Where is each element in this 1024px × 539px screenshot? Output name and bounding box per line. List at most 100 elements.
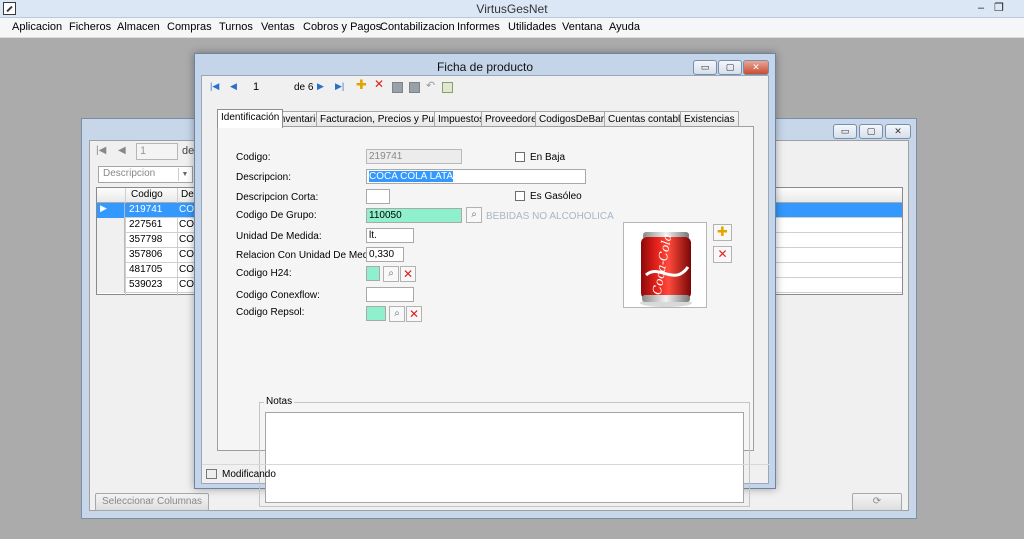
row-selector xyxy=(97,218,125,233)
codigo-field[interactable]: 219741 xyxy=(366,149,462,164)
menu-cobros-y-pagos[interactable]: Cobros y Pagos xyxy=(303,21,381,33)
menu-almacen[interactable]: Almacen xyxy=(117,21,160,33)
record-toolbar: |◀ ◀ 1 de 6 ▶ ▶| ✚ ✕ ↶ xyxy=(204,78,464,96)
next-record-icon[interactable]: ▶ xyxy=(317,80,324,93)
list-window-close-button[interactable]: ✕ xyxy=(885,124,911,139)
restore-button[interactable]: ❐ xyxy=(990,1,1008,15)
descripcion-label: Descripcion: xyxy=(236,172,292,183)
minimize-button[interactable]: – xyxy=(972,1,990,15)
select-columns-button[interactable]: Seleccionar Columnas xyxy=(95,493,209,511)
cell-codigo: 539023 xyxy=(129,279,163,290)
dialog-maximize-button[interactable]: ▢ xyxy=(718,60,742,75)
row-selector xyxy=(97,278,125,293)
notas-group: Notas xyxy=(259,396,750,507)
codigo-repsol-label: Codigo Repsol: xyxy=(236,307,305,318)
menu-ayuda[interactable]: Ayuda xyxy=(609,21,640,33)
dialog-body: |◀ ◀ 1 de 6 ▶ ▶| ✚ ✕ ↶ Identificación In… xyxy=(201,75,770,507)
es-gasoleo-checkbox[interactable] xyxy=(515,191,525,201)
menu-ventana[interactable]: Ventana xyxy=(562,21,602,33)
cell-codigo: 219741 xyxy=(129,204,163,215)
record-count: de 6 xyxy=(294,82,314,93)
add-image-icon[interactable]: ✚ xyxy=(713,224,732,241)
search-group-icon[interactable]: ⌕ xyxy=(466,207,482,223)
menu-turnos[interactable]: Turnos xyxy=(219,21,253,33)
notas-label: Notas xyxy=(264,396,295,407)
descripcion-corta-label: Descripcion Corta: xyxy=(236,192,319,203)
tab-existencias[interactable]: Existencias xyxy=(680,111,739,127)
first-record-icon[interactable]: |◀ xyxy=(96,145,106,156)
save-icon[interactable] xyxy=(392,82,403,93)
en-baja-label: En Baja xyxy=(530,152,566,163)
chevron-down-icon[interactable]: ▼ xyxy=(178,168,191,181)
codigo-label: Codigo: xyxy=(236,152,271,163)
clear-repsol-icon[interactable]: ✕ xyxy=(406,306,422,322)
codigo-conexflow-field[interactable] xyxy=(366,287,414,302)
identificacion-panel: Codigo: 219741 En Baja Descripcion: COCA… xyxy=(217,126,754,507)
add-record-icon[interactable]: ✚ xyxy=(356,78,367,91)
unidad-medida-label: Unidad De Medida: xyxy=(236,231,322,242)
menu-aplicacion[interactable]: Aplicacion xyxy=(12,21,62,33)
prev-record-icon[interactable]: ◀ xyxy=(118,145,126,156)
codigo-repsol-field[interactable] xyxy=(366,306,386,321)
cell-codigo: 227561 xyxy=(129,219,163,230)
delete-record-icon[interactable]: ✕ xyxy=(374,78,384,91)
menu-utilidades[interactable]: Utilidades xyxy=(508,21,556,33)
menu-bar: Aplicacion Ficheros Almacen Compras Turn… xyxy=(0,18,1024,38)
menu-contabilizacion[interactable]: Contabilizacion xyxy=(380,21,455,33)
coca-cola-can-image: Coca-Cola xyxy=(640,232,692,307)
column-header-codigo[interactable]: Codigo xyxy=(131,189,163,200)
relacion-unidad-field[interactable]: 0,330 xyxy=(366,247,404,262)
cell-codigo: 357806 xyxy=(129,249,163,260)
menu-ventas[interactable]: Ventas xyxy=(261,21,295,33)
last-record-icon[interactable]: ▶| xyxy=(335,80,344,93)
es-gasoleo-label: Es Gasóleo xyxy=(530,191,582,202)
codigo-conexflow-label: Codigo Conexflow: xyxy=(236,290,320,301)
list-record-input[interactable]: 1 xyxy=(136,143,178,160)
menu-informes[interactable]: Informes xyxy=(457,21,500,33)
dialog-title: Ficha de producto xyxy=(436,60,534,74)
search-repsol-icon[interactable]: ⌕ xyxy=(389,306,405,322)
descripcion-corta-field[interactable] xyxy=(366,189,390,204)
tab-identificacion[interactable]: Identificación xyxy=(217,109,284,128)
first-record-icon[interactable]: |◀ xyxy=(210,80,219,93)
relacion-unidad-label: Relacion Con Unidad De Medida: xyxy=(236,250,385,261)
list-window-minimize-button[interactable]: ▭ xyxy=(833,124,857,139)
product-dialog: Ficha de producto ▭ ▢ ✕ |◀ ◀ 1 de 6 ▶ ▶|… xyxy=(194,53,776,507)
save-as-icon[interactable] xyxy=(409,82,420,93)
descripcion-field[interactable]: COCA COLA LATA xyxy=(366,169,586,184)
codigo-grupo-field[interactable]: 110050 xyxy=(366,208,462,223)
dialog-close-button[interactable]: ✕ xyxy=(743,60,769,75)
notas-textarea[interactable] xyxy=(265,412,744,503)
menu-ficheros[interactable]: Ficheros xyxy=(69,21,111,33)
status-text: Modificando xyxy=(222,469,276,480)
cell-codigo: 357798 xyxy=(129,234,163,245)
clear-h24-icon[interactable]: ✕ xyxy=(400,266,416,282)
codigo-grupo-label: Codigo De Grupo: xyxy=(236,210,317,221)
edit-mode-icon xyxy=(206,469,217,479)
row-selector xyxy=(97,233,125,248)
unidad-medida-field[interactable]: lt. xyxy=(366,228,414,243)
refresh-icon[interactable]: ⟳ xyxy=(852,493,902,511)
print-icon[interactable] xyxy=(442,82,453,93)
codigo-h24-field[interactable] xyxy=(366,266,380,281)
tab-strip: Identificación Inventario Facturacion, P… xyxy=(217,109,757,128)
search-h24-icon[interactable]: ⌕ xyxy=(383,266,399,282)
row-selector xyxy=(97,263,125,278)
app-title-bar: VirtusGesNet – ❐ xyxy=(0,0,1024,18)
app-title: VirtusGesNet xyxy=(476,2,548,16)
grupo-nombre: BEBIDAS NO ALCOHOLICA xyxy=(486,211,614,222)
search-field-combo[interactable]: Descripcion ▼ xyxy=(98,166,193,183)
status-bar: Modificando xyxy=(202,464,770,483)
undo-icon[interactable]: ↶ xyxy=(426,80,435,93)
prev-record-icon[interactable]: ◀ xyxy=(230,80,237,93)
codigo-h24-label: Codigo H24: xyxy=(236,268,292,279)
menu-compras[interactable]: Compras xyxy=(167,21,212,33)
record-number-input[interactable]: 1 xyxy=(251,80,291,95)
delete-image-icon[interactable]: ✕ xyxy=(713,246,732,263)
row-selector xyxy=(97,248,125,263)
descripcion-value: COCA COLA LATA xyxy=(369,171,454,182)
list-window-maximize-button[interactable]: ▢ xyxy=(859,124,883,139)
product-image: Coca-Cola xyxy=(623,222,707,308)
dialog-minimize-button[interactable]: ▭ xyxy=(693,60,717,75)
en-baja-checkbox[interactable] xyxy=(515,152,525,162)
